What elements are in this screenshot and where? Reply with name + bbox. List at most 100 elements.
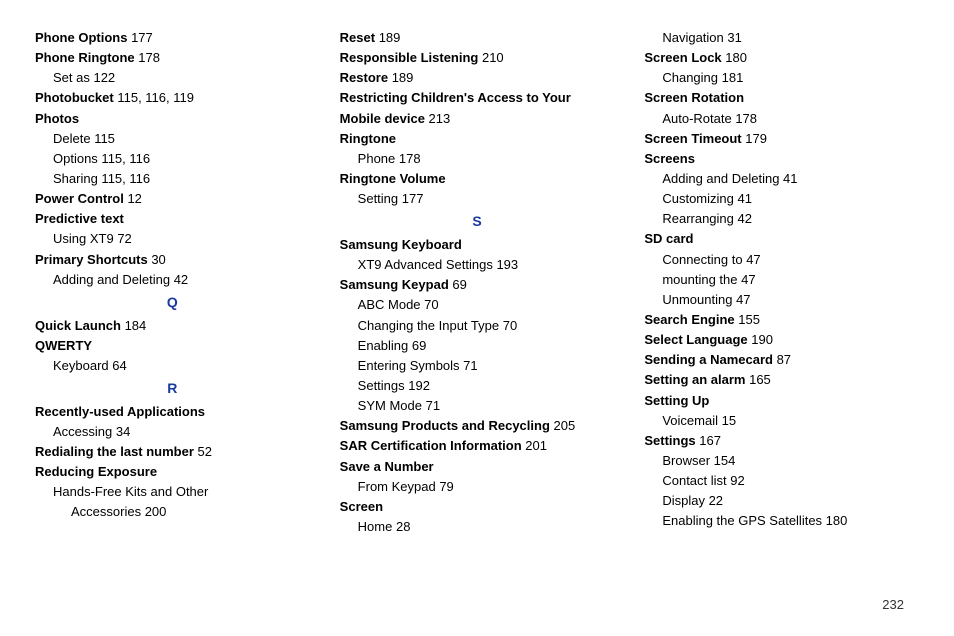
- index-pages[interactable]: 34: [112, 424, 130, 439]
- index-pages[interactable]: 115: [91, 131, 115, 146]
- index-pages[interactable]: 41: [779, 171, 797, 186]
- index-term: Setting Up: [644, 393, 709, 408]
- index-pages[interactable]: 92: [727, 473, 745, 488]
- index-subentry: Adding and Deleting 42: [35, 270, 310, 290]
- index-term: Restore: [340, 70, 388, 85]
- index-pages[interactable]: 115, 116, 119: [114, 90, 194, 105]
- index-pages[interactable]: 69: [449, 277, 467, 292]
- index-pages[interactable]: 70: [421, 297, 439, 312]
- index-subentry: Enabling the GPS Satellites 180: [644, 511, 919, 531]
- index-pages[interactable]: 167: [696, 433, 721, 448]
- index-pages[interactable]: 179: [742, 131, 767, 146]
- index-pages[interactable]: 47: [738, 272, 756, 287]
- index-pages[interactable]: 42: [734, 211, 752, 226]
- index-pages[interactable]: 181: [718, 70, 743, 85]
- index-sub-label: Display: [662, 493, 705, 508]
- index-sub-label: Phone: [358, 151, 396, 166]
- index-pages[interactable]: 41: [734, 191, 752, 206]
- index-sub-label: Accessories: [71, 504, 141, 519]
- index-pages[interactable]: 154: [710, 453, 735, 468]
- index-pages[interactable]: 122: [90, 70, 115, 85]
- index-subentry: Changing the Input Type 70: [340, 316, 615, 336]
- index-pages[interactable]: 177: [127, 30, 152, 45]
- index-pages[interactable]: 178: [732, 111, 757, 126]
- index-pages[interactable]: 180: [722, 50, 747, 65]
- index-entry: Screen: [340, 497, 615, 517]
- index-term: SAR Certification Information: [340, 438, 522, 453]
- index-pages[interactable]: 72: [114, 231, 132, 246]
- index-pages[interactable]: 177: [398, 191, 423, 206]
- index-pages[interactable]: 192: [405, 378, 430, 393]
- index-pages[interactable]: 12: [124, 191, 142, 206]
- index-pages[interactable]: 201: [522, 438, 547, 453]
- index-pages[interactable]: 15: [718, 413, 736, 428]
- index-pages[interactable]: 47: [732, 292, 750, 307]
- index-sub-label: Entering Symbols: [358, 358, 460, 373]
- index-entry: Reducing Exposure: [35, 462, 310, 482]
- index-term: Select Language: [644, 332, 747, 347]
- index-pages[interactable]: 178: [395, 151, 420, 166]
- index-pages[interactable]: 165: [745, 372, 770, 387]
- index-entry: Photos: [35, 109, 310, 129]
- index-pages[interactable]: 193: [493, 257, 518, 272]
- index-term: Save a Number: [340, 459, 434, 474]
- index-columns: Phone Options 177 Phone Ringtone 178Set a…: [35, 28, 919, 537]
- index-pages[interactable]: 52: [194, 444, 212, 459]
- index-pages[interactable]: 70: [499, 318, 517, 333]
- index-entry: Phone Ringtone 178: [35, 48, 310, 68]
- index-term: Search Engine: [644, 312, 734, 327]
- index-subentry: Set as 122: [35, 68, 310, 88]
- index-pages[interactable]: 71: [422, 398, 440, 413]
- index-entry: Reset 189: [340, 28, 615, 48]
- index-pages[interactable]: 64: [109, 358, 127, 373]
- index-subentry: Accessories 200: [35, 502, 310, 522]
- index-pages[interactable]: 47: [743, 252, 761, 267]
- index-pages[interactable]: 115, 116: [98, 151, 150, 166]
- index-pages[interactable]: 184: [121, 318, 146, 333]
- index-pages[interactable]: 28: [392, 519, 410, 534]
- index-pages[interactable]: 79: [436, 479, 454, 494]
- index-term: SD card: [644, 231, 693, 246]
- index-pages[interactable]: 115, 116: [98, 171, 150, 186]
- index-entry: SD card: [644, 229, 919, 249]
- index-term: Photobucket: [35, 90, 114, 105]
- index-sub-label: ABC Mode: [358, 297, 421, 312]
- index-pages[interactable]: 190: [748, 332, 773, 347]
- index-pages[interactable]: 87: [773, 352, 791, 367]
- index-term: Photos: [35, 111, 79, 126]
- index-entry: Screen Timeout 179: [644, 129, 919, 149]
- index-entry: Screen Lock 180: [644, 48, 919, 68]
- index-sub-label: Delete: [53, 131, 91, 146]
- index-pages[interactable]: 69: [408, 338, 426, 353]
- index-entry: Settings 167: [644, 431, 919, 451]
- index-pages[interactable]: 210: [478, 50, 503, 65]
- index-subentry: Setting 177: [340, 189, 615, 209]
- index-pages[interactable]: 180: [822, 513, 847, 528]
- index-pages[interactable]: 22: [705, 493, 723, 508]
- index-pages[interactable]: 200: [141, 504, 166, 519]
- index-subentry: Display 22: [644, 491, 919, 511]
- index-pages[interactable]: 42: [170, 272, 188, 287]
- index-term: Phone Options: [35, 30, 127, 45]
- index-subentry: Enabling 69: [340, 336, 615, 356]
- index-pages[interactable]: 189: [375, 30, 400, 45]
- index-pages[interactable]: 178: [135, 50, 160, 65]
- index-term: Samsung Keyboard: [340, 237, 462, 252]
- index-pages[interactable]: 213: [425, 111, 450, 126]
- index-pages[interactable]: 30: [148, 252, 166, 267]
- index-sub-label: Adding and Deleting: [53, 272, 170, 287]
- index-sub-label: Enabling: [358, 338, 409, 353]
- index-pages[interactable]: 155: [735, 312, 760, 327]
- index-pages[interactable]: 205: [550, 418, 575, 433]
- index-term: Quick Launch: [35, 318, 121, 333]
- index-pages[interactable]: 189: [388, 70, 413, 85]
- index-sub-label: Contact list: [662, 473, 726, 488]
- index-entry: Redialing the last number 52: [35, 442, 310, 462]
- index-term: Screen Rotation: [644, 90, 744, 105]
- index-pages[interactable]: 71: [460, 358, 478, 373]
- index-subentry: Keyboard 64: [35, 356, 310, 376]
- index-term: Reset: [340, 30, 375, 45]
- index-pages[interactable]: 31: [724, 30, 742, 45]
- index-term: Sending a Namecard: [644, 352, 773, 367]
- page-number: 232: [882, 597, 904, 612]
